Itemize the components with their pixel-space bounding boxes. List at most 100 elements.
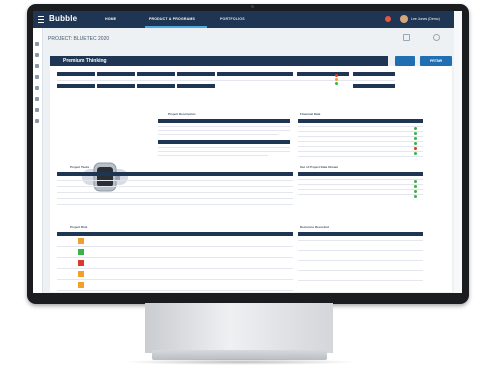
info-header-1 (57, 72, 95, 76)
avatar[interactable] (400, 15, 408, 23)
sidebar-doc-icon[interactable] (35, 86, 39, 90)
sidebar-settings-icon[interactable] (35, 119, 39, 123)
user-name[interactable]: Lee Jones (Demo) (411, 17, 440, 21)
edit-icon[interactable] (403, 34, 410, 41)
menu-icon[interactable] (38, 16, 44, 23)
desc-line-4 (158, 147, 290, 148)
fin-status-1 (414, 127, 417, 130)
app-logo[interactable]: Bubble (49, 14, 77, 23)
task-row-5 (57, 204, 293, 205)
dec-row-3 (298, 260, 423, 261)
sidebar-grid-icon[interactable] (35, 53, 39, 57)
info-header-6 (297, 72, 349, 76)
sidebar-chart-icon[interactable] (35, 75, 39, 79)
fin-status-5 (414, 147, 417, 150)
financial-header (298, 119, 423, 123)
info-header-12 (353, 84, 395, 88)
sum-status-1 (414, 180, 417, 183)
task-row-2 (57, 186, 293, 187)
dec-row-5 (298, 280, 423, 281)
info-header-7 (353, 72, 395, 76)
info-row-divider (57, 80, 395, 81)
dec-row-4 (298, 270, 423, 271)
partner-button[interactable]: PRTNR (420, 56, 452, 66)
fin-status-3 (414, 137, 417, 140)
task-row-1 (57, 180, 293, 181)
nav-product-programs[interactable]: PRODUCT & PROGRAMS (149, 17, 195, 21)
save-button[interactable] (395, 56, 415, 66)
fin-status-2 (414, 132, 417, 135)
fin-row-2 (298, 131, 423, 132)
info-icon[interactable] (433, 34, 440, 41)
risk-flag-1 (78, 238, 84, 244)
sum-row-1 (298, 179, 423, 180)
status-dot-red (335, 74, 338, 77)
sum-status-3 (414, 190, 417, 193)
right-scroll-strip[interactable] (454, 11, 462, 293)
section-tasks: Project Tasks (70, 165, 90, 169)
summary-header (298, 172, 423, 176)
risk-row-5 (57, 290, 293, 291)
fin-row-6 (298, 151, 423, 152)
sidebar-people-icon[interactable] (35, 97, 39, 101)
fin-row-5 (298, 146, 423, 147)
nav-home[interactable]: HOME (105, 17, 116, 21)
risk-row-1 (57, 246, 293, 247)
main-content: Project Description Financial Data Proje… (50, 66, 452, 292)
fin-row-3 (298, 136, 423, 137)
status-dot-orange (335, 78, 338, 81)
risk-flag-3 (78, 260, 84, 266)
description-header-2 (158, 140, 290, 144)
risk-flag-2 (78, 249, 84, 255)
tasks-header (57, 172, 293, 176)
camera-icon (251, 5, 254, 8)
fin-row-7 (298, 156, 423, 157)
top-nav-bar: Bubble HOME PRODUCT & PROGRAMS PORTFOLIO… (33, 11, 462, 28)
card-title: Premium Thinking (63, 58, 107, 64)
monitor-stand (145, 303, 333, 353)
dec-row-2 (298, 250, 423, 251)
decisions-header (298, 232, 423, 236)
risk-flag-4 (78, 271, 84, 277)
info-header-3 (137, 72, 175, 76)
risk-flag-5 (78, 282, 84, 288)
task-row-3 (57, 192, 293, 193)
sum-row-2 (298, 184, 423, 185)
fin-row-1 (298, 126, 423, 127)
screen: Bubble HOME PRODUCT & PROGRAMS PORTFOLIO… (33, 11, 462, 293)
section-description: Project Description (168, 112, 196, 116)
desc-line-6 (158, 155, 268, 156)
section-decisions: Decisions Recorded (300, 225, 329, 229)
desc-line-2 (158, 130, 290, 131)
dec-row-1 (298, 240, 423, 241)
sidebar-home-icon[interactable] (35, 42, 39, 46)
stand-shadow (120, 359, 360, 365)
section-risk: Project Risk (70, 225, 88, 229)
info-header-9 (97, 84, 135, 88)
fin-status-6 (414, 152, 417, 155)
risk-row-2 (57, 257, 293, 258)
info-header-2 (97, 72, 135, 76)
sum-status-2 (414, 185, 417, 188)
desc-line-3 (158, 134, 278, 135)
section-financial: Financial Data (300, 112, 321, 116)
description-header (158, 119, 290, 123)
sum-row-3 (298, 189, 423, 190)
nav-portfolios[interactable]: PORTFOLIOS (220, 17, 245, 21)
section-summary: Out of Project Data Stream (300, 165, 339, 169)
desc-line-5 (158, 151, 290, 152)
sidebar (33, 28, 43, 293)
info-header-11 (177, 84, 215, 88)
risk-row-4 (57, 279, 293, 280)
info-header-4 (177, 72, 215, 76)
status-dot-green (335, 82, 338, 85)
sidebar-list-icon[interactable] (35, 64, 39, 68)
risk-row-3 (57, 268, 293, 269)
task-row-4 (57, 198, 293, 199)
sum-status-4 (414, 195, 417, 198)
fin-status-4 (414, 142, 417, 145)
sum-row-4 (298, 194, 423, 195)
sidebar-calendar-icon[interactable] (35, 108, 39, 112)
desc-line-1 (158, 126, 290, 127)
notification-icon[interactable] (385, 16, 391, 22)
